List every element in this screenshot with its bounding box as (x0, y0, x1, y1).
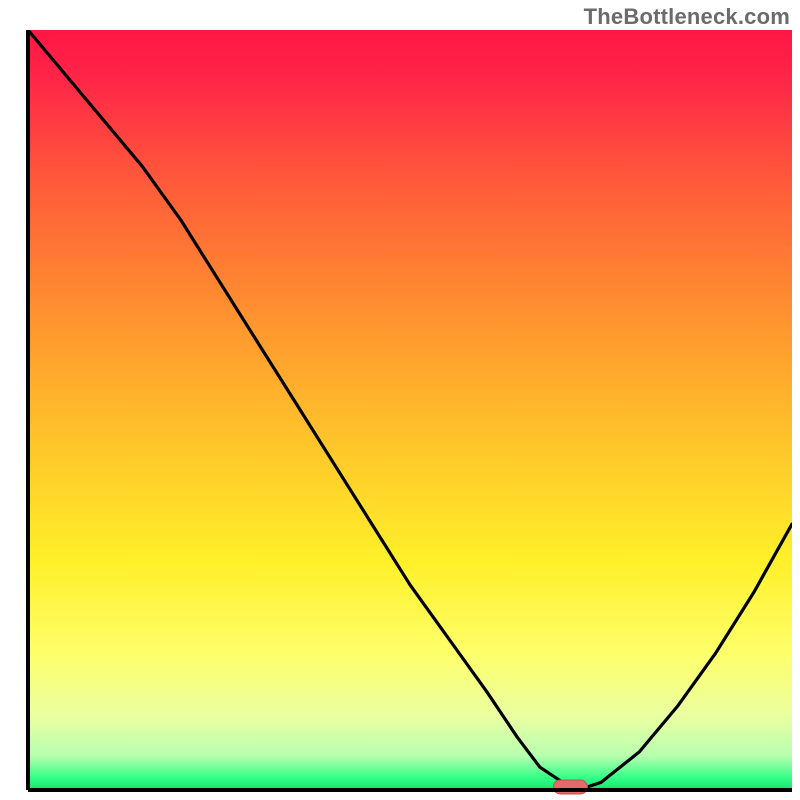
bottleneck-chart (0, 0, 800, 800)
chart-frame: TheBottleneck.com (0, 0, 800, 800)
gradient-fill (28, 30, 792, 790)
